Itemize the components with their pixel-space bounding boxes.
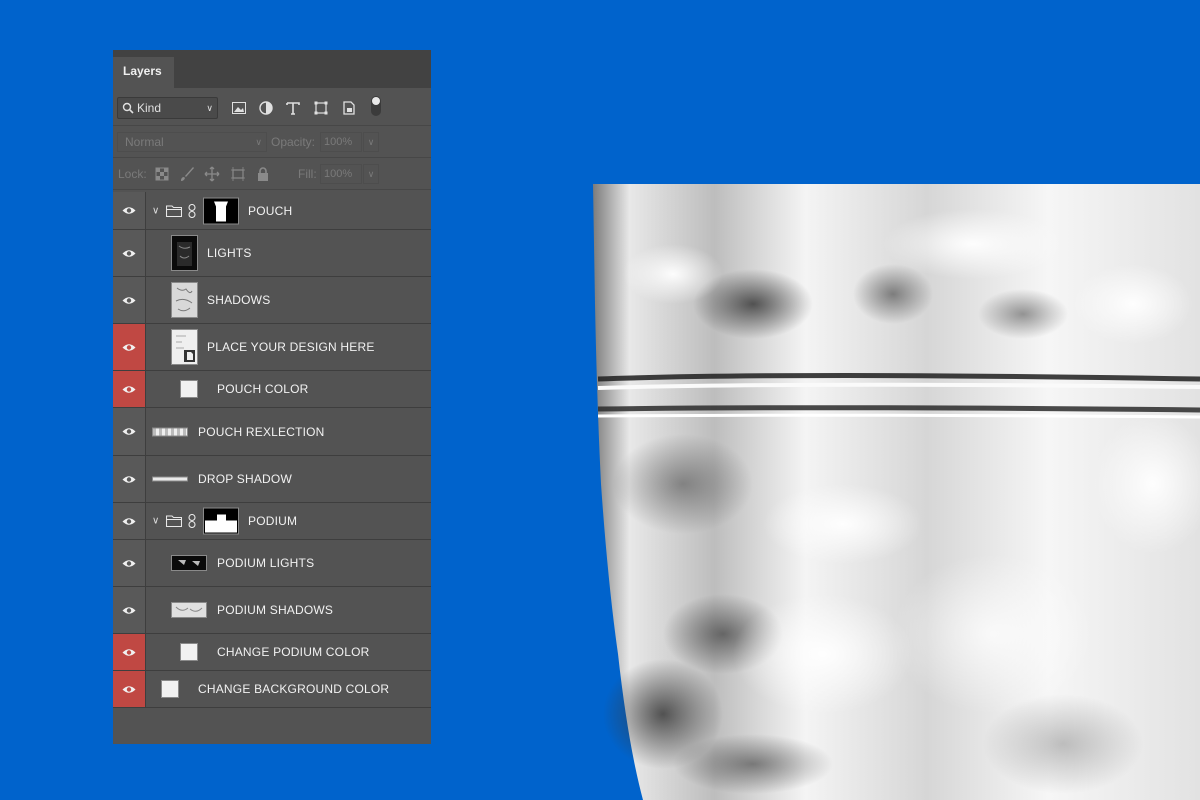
kind-filter-select[interactable]: Kind ∨: [117, 97, 218, 119]
eye-icon: [122, 296, 136, 304]
layer-thumbnail: [171, 555, 207, 571]
visibility-toggle[interactable]: [113, 324, 146, 370]
folder-icon: [166, 204, 182, 217]
visibility-toggle[interactable]: [113, 540, 146, 586]
visibility-toggle[interactable]: [113, 587, 146, 633]
blend-mode-select[interactable]: Normal ∨: [117, 132, 267, 152]
layer-shadows[interactable]: SHADOWS: [113, 277, 431, 324]
smart-object-filter-icon[interactable]: [341, 100, 357, 116]
layer-change-background-color[interactable]: CHANGE BACKGROUND COLOR: [113, 671, 431, 708]
panel-tab-bar: Layers: [113, 50, 431, 88]
visibility-toggle[interactable]: [113, 456, 146, 502]
visibility-toggle[interactable]: [113, 230, 146, 276]
layer-thumbnail: [152, 427, 188, 436]
opacity-label: Opacity:: [271, 135, 316, 149]
layer-group-podium[interactable]: ∨ PODIUM: [113, 503, 431, 540]
visibility-toggle[interactable]: [113, 408, 146, 455]
kind-label: Kind: [137, 101, 162, 115]
opacity-dropdown[interactable]: ∨: [363, 132, 379, 152]
layer-thumbnail: [171, 602, 207, 618]
color-fill-thumbnail[interactable]: [180, 380, 198, 398]
layer-name: CHANGE PODIUM COLOR: [217, 645, 370, 659]
layer-name: PODIUM LIGHTS: [217, 556, 315, 570]
layer-pouch-reflection[interactable]: POUCH REXLECTION: [113, 408, 431, 456]
filter-toggle[interactable]: [371, 96, 381, 116]
color-fill-thumbnail[interactable]: [161, 680, 179, 698]
visibility-toggle[interactable]: [113, 192, 146, 229]
blend-mode-value: Normal: [125, 135, 164, 149]
layer-thumbnail: [171, 235, 198, 271]
layers-panel: Layers Kind ∨ Normal ∨ Opacity: 100% ∨ L…: [113, 50, 431, 744]
eye-icon: [122, 343, 136, 351]
lock-row: Lock: Fill: 100% ∨: [113, 158, 431, 190]
layer-podium-lights[interactable]: PODIUM LIGHTS: [113, 540, 431, 587]
filter-row: Kind ∨: [113, 88, 431, 126]
visibility-toggle[interactable]: [113, 671, 146, 707]
layer-podium-shadows[interactable]: PODIUM SHADOWS: [113, 587, 431, 634]
eye-icon: [122, 428, 136, 435]
layer-drop-shadow[interactable]: DROP SHADOW: [113, 456, 431, 503]
layer-change-podium-color[interactable]: CHANGE PODIUM COLOR: [113, 634, 431, 671]
link-icon[interactable]: [188, 203, 196, 218]
layer-name: DROP SHADOW: [198, 472, 292, 486]
chevron-down-icon[interactable]: ∨: [152, 516, 159, 527]
fill-input[interactable]: 100%: [320, 164, 362, 184]
foil-pouch-image: [593, 184, 1200, 800]
layer-name: PODIUM SHADOWS: [217, 603, 334, 617]
eye-icon: [122, 685, 136, 693]
eye-icon: [122, 606, 136, 614]
lock-artboard-icon[interactable]: [230, 166, 246, 182]
tab-layers[interactable]: Layers: [113, 57, 174, 88]
layers-list: ∨ POUCH LIGHTS SHADOWS PLACE YOUR DESIGN…: [113, 192, 431, 708]
opacity-input[interactable]: 100%: [320, 132, 362, 152]
fill-dropdown[interactable]: ∨: [363, 164, 379, 184]
visibility-toggle[interactable]: [113, 371, 146, 407]
type-filter-icon[interactable]: [285, 100, 301, 116]
layer-name: LIGHTS: [207, 246, 252, 260]
layer-mask-thumbnail[interactable]: [203, 197, 239, 224]
image-filter-icon[interactable]: [231, 100, 247, 116]
layer-thumbnail: [152, 476, 188, 482]
visibility-toggle[interactable]: [113, 277, 146, 323]
layer-name: POUCH REXLECTION: [198, 424, 325, 439]
layer-thumbnail: [171, 329, 198, 365]
layer-mask-thumbnail[interactable]: [203, 507, 239, 535]
search-icon: [122, 102, 134, 114]
folder-icon: [166, 515, 182, 527]
fill-label: Fill:: [298, 167, 317, 181]
chevron-down-icon[interactable]: ∨: [152, 205, 159, 216]
layer-name: PLACE YOUR DESIGN HERE: [207, 340, 375, 354]
eye-icon: [122, 249, 136, 257]
layer-place-design[interactable]: PLACE YOUR DESIGN HERE: [113, 324, 431, 371]
visibility-toggle[interactable]: [113, 503, 146, 539]
layer-lights[interactable]: LIGHTS: [113, 230, 431, 277]
chevron-down-icon: ∨: [206, 102, 213, 113]
layer-name: SHADOWS: [207, 293, 271, 307]
shape-filter-icon[interactable]: [313, 100, 329, 116]
lock-image-pixels-icon[interactable]: [179, 166, 195, 182]
lock-position-icon[interactable]: [204, 166, 220, 182]
eye-icon: [122, 517, 136, 525]
layer-thumbnail: [171, 282, 198, 318]
blend-row: Normal ∨ Opacity: 100% ∨: [113, 126, 431, 158]
adjustment-filter-icon[interactable]: [258, 100, 274, 116]
link-icon[interactable]: [188, 514, 196, 528]
layer-pouch-color[interactable]: POUCH COLOR: [113, 371, 431, 408]
lock-label: Lock:: [118, 167, 147, 181]
chevron-down-icon: ∨: [255, 137, 262, 147]
eye-icon: [122, 559, 136, 567]
lock-transparent-pixels-icon[interactable]: [154, 166, 170, 182]
layer-group-pouch[interactable]: ∨ POUCH: [113, 192, 431, 230]
layer-name: CHANGE BACKGROUND COLOR: [198, 682, 390, 696]
layer-name: POUCH COLOR: [217, 382, 309, 396]
lock-all-icon[interactable]: [255, 166, 271, 182]
layer-name: PODIUM: [248, 514, 298, 528]
eye-icon: [122, 385, 136, 393]
layer-name: POUCH: [248, 203, 293, 218]
eye-icon: [122, 207, 136, 214]
eye-icon: [122, 648, 136, 656]
color-fill-thumbnail[interactable]: [180, 643, 198, 661]
eye-icon: [122, 475, 136, 483]
visibility-toggle[interactable]: [113, 634, 146, 670]
